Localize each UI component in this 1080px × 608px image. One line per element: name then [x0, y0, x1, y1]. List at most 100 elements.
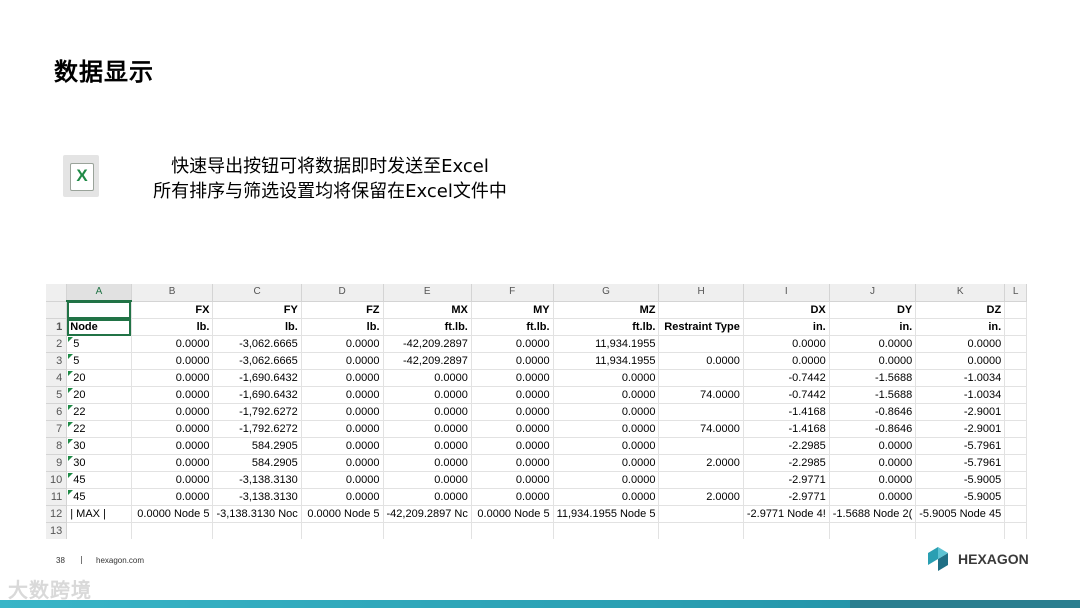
max-cell[interactable] [658, 505, 744, 523]
data-cell[interactable]: -1.4168 [743, 420, 830, 438]
data-cell[interactable] [658, 471, 744, 489]
data-cell[interactable]: 0.0000 [383, 386, 472, 404]
node-cell[interactable]: 20 [66, 369, 132, 387]
data-cell[interactable]: -1,792.6272 [212, 420, 302, 438]
data-cell[interactable]: 0.0000 [743, 335, 830, 353]
data-cell[interactable]: -3,062.6665 [212, 352, 302, 370]
column-header-k[interactable]: K [915, 284, 1006, 302]
column-header-b[interactable]: B [131, 284, 214, 302]
node-cell[interactable]: 30 [66, 454, 132, 472]
data-cell[interactable]: 0.0000 [383, 369, 472, 387]
header-cell-top[interactable] [1004, 301, 1027, 319]
data-cell[interactable]: -0.8646 [829, 403, 917, 421]
header-cell-unit[interactable]: ft.lb. [383, 318, 472, 336]
data-cell[interactable] [658, 403, 744, 421]
header-cell-top[interactable] [66, 301, 132, 319]
data-cell[interactable]: 0.0000 [131, 454, 214, 472]
column-header-l[interactable]: L [1004, 284, 1027, 302]
empty-cell[interactable] [553, 522, 660, 539]
data-cell[interactable]: 2.0000 [658, 454, 744, 472]
data-cell[interactable] [658, 335, 744, 353]
data-cell[interactable]: 0.0000 [471, 471, 554, 489]
data-cell[interactable]: 0.0000 [471, 437, 554, 455]
data-cell[interactable]: -5.9005 [915, 488, 1006, 506]
empty-cell[interactable] [829, 522, 917, 539]
column-header-g[interactable]: G [553, 284, 660, 302]
header-cell-top[interactable]: DY [829, 301, 917, 319]
data-cell[interactable] [658, 369, 744, 387]
max-cell[interactable]: | MAX | [66, 505, 132, 523]
data-cell[interactable]: -5.7961 [915, 454, 1006, 472]
data-cell[interactable]: 0.0000 [383, 488, 472, 506]
data-cell[interactable]: 0.0000 [471, 335, 554, 353]
data-cell[interactable]: 11,934.1955 [553, 335, 660, 353]
header-cell-unit[interactable]: lb. [131, 318, 214, 336]
data-cell[interactable]: 0.0000 [829, 454, 917, 472]
data-cell[interactable]: 11,934.1955 [553, 352, 660, 370]
data-cell[interactable]: -2.2985 [743, 454, 830, 472]
column-header-f[interactable]: F [471, 284, 554, 302]
data-cell[interactable]: 0.0000 [829, 488, 917, 506]
data-cell[interactable]: -1.0034 [915, 386, 1006, 404]
data-cell[interactable]: 0.0000 [743, 352, 830, 370]
data-cell[interactable]: -2.9001 [915, 403, 1006, 421]
data-cell[interactable]: 0.0000 [471, 488, 554, 506]
max-cell[interactable] [1004, 505, 1027, 523]
header-cell-unit[interactable]: ft.lb. [553, 318, 660, 336]
data-cell[interactable]: 0.0000 [658, 352, 744, 370]
data-cell[interactable] [1004, 403, 1027, 421]
data-cell[interactable]: 0.0000 [383, 437, 472, 455]
header-cell-top[interactable]: MX [383, 301, 472, 319]
node-cell[interactable]: 5 [66, 352, 132, 370]
data-cell[interactable]: 0.0000 [131, 420, 214, 438]
data-cell[interactable]: -42,209.2897 [383, 352, 472, 370]
data-cell[interactable]: 0.0000 [829, 335, 917, 353]
data-cell[interactable]: 0.0000 [301, 420, 384, 438]
data-cell[interactable] [1004, 471, 1027, 489]
header-cell-unit[interactable]: in. [915, 318, 1006, 336]
data-cell[interactable]: 0.0000 [301, 403, 384, 421]
data-cell[interactable] [1004, 488, 1027, 506]
empty-cell[interactable] [1004, 522, 1027, 539]
header-cell-top[interactable] [658, 301, 744, 319]
header-cell-unit[interactable] [1004, 318, 1027, 336]
empty-cell[interactable] [212, 522, 302, 539]
data-cell[interactable]: -3,062.6665 [212, 335, 302, 353]
data-cell[interactable]: 0.0000 [471, 352, 554, 370]
header-cell-top[interactable]: MY [471, 301, 554, 319]
column-header-d[interactable]: D [301, 284, 384, 302]
row-header[interactable]: 12 [46, 505, 68, 523]
data-cell[interactable]: -42,209.2897 [383, 335, 472, 353]
data-cell[interactable]: 0.0000 [553, 386, 660, 404]
header-cell-unit[interactable]: Restraint Type [658, 318, 744, 336]
node-cell[interactable]: 5 [66, 335, 132, 353]
data-cell[interactable]: 584.2905 [212, 454, 302, 472]
data-cell[interactable]: 0.0000 [301, 352, 384, 370]
data-cell[interactable]: 0.0000 [553, 454, 660, 472]
data-cell[interactable]: -3,138.3130 [212, 488, 302, 506]
header-cell-top[interactable]: FY [212, 301, 302, 319]
data-cell[interactable]: 0.0000 [383, 471, 472, 489]
node-cell[interactable]: 45 [66, 471, 132, 489]
data-cell[interactable]: 0.0000 [829, 437, 917, 455]
data-cell[interactable]: 0.0000 [131, 437, 214, 455]
header-cell-unit[interactable]: in. [743, 318, 830, 336]
data-cell[interactable]: -3,138.3130 [212, 471, 302, 489]
data-cell[interactable]: 0.0000 [915, 352, 1006, 370]
data-cell[interactable]: 0.0000 [301, 454, 384, 472]
header-cell-unit[interactable]: lb. [301, 318, 384, 336]
data-cell[interactable] [658, 437, 744, 455]
empty-cell[interactable] [383, 522, 472, 539]
data-cell[interactable]: 0.0000 [301, 437, 384, 455]
column-header-c[interactable]: C [212, 284, 302, 302]
data-cell[interactable]: 0.0000 [471, 369, 554, 387]
max-cell[interactable]: -42,209.2897 Nc [383, 505, 472, 523]
row-header[interactable]: 2 [46, 335, 68, 353]
max-cell[interactable]: 11,934.1955 Node 5 [553, 505, 660, 523]
row-header[interactable]: 9 [46, 454, 68, 472]
node-cell[interactable]: 22 [66, 403, 132, 421]
data-cell[interactable]: 0.0000 [131, 369, 214, 387]
data-cell[interactable]: 0.0000 [553, 369, 660, 387]
row-header[interactable]: 10 [46, 471, 68, 489]
data-cell[interactable]: -0.7442 [743, 369, 830, 387]
